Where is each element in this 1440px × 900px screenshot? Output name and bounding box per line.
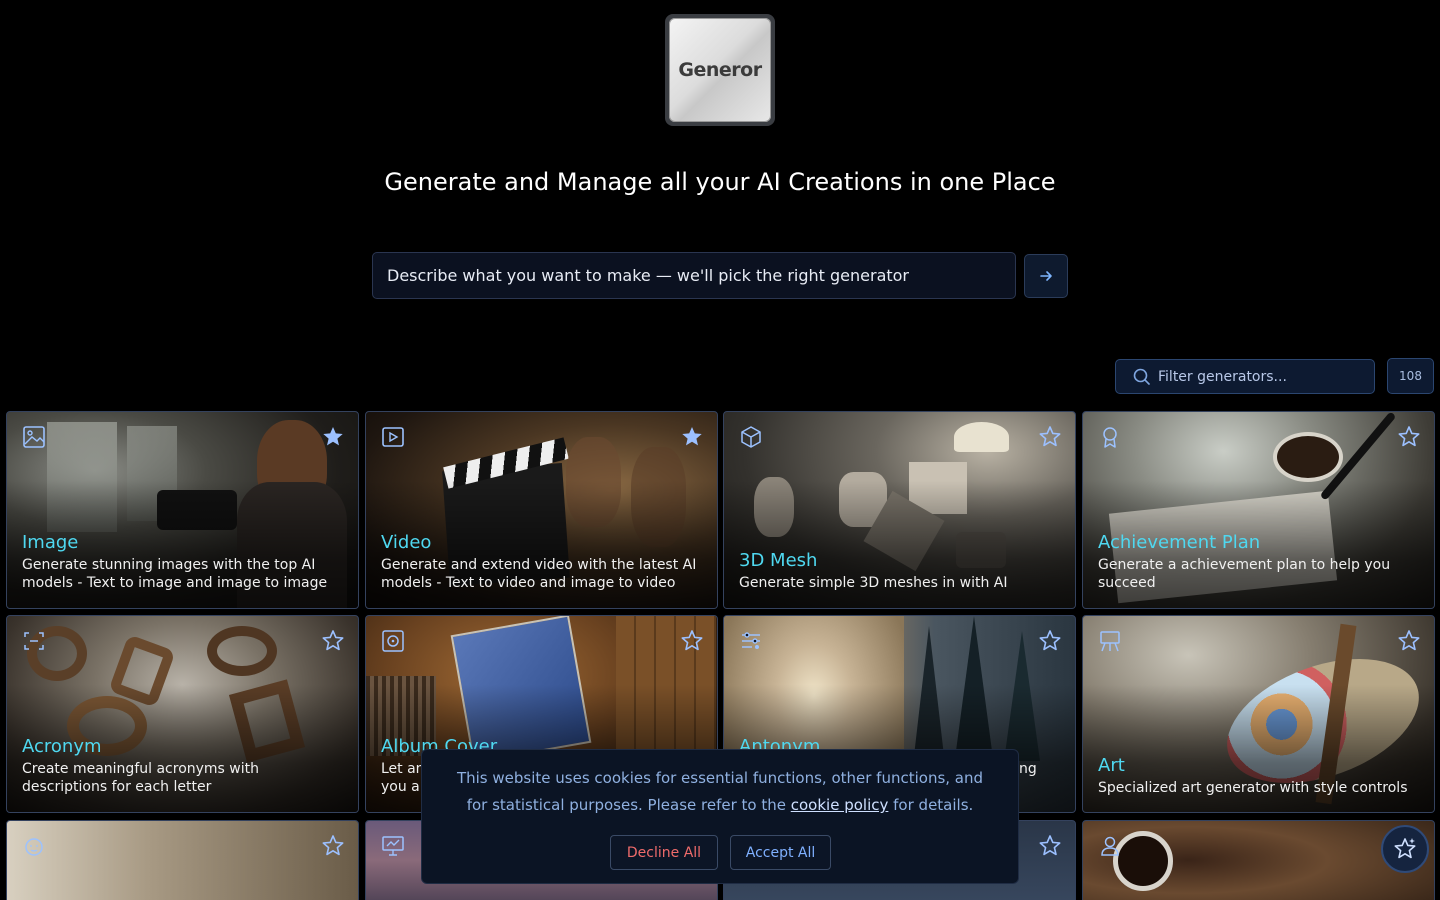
prompt-input[interactable]: Describe what you want to make — we'll p… — [372, 252, 1016, 299]
star-outline-icon[interactable] — [320, 833, 346, 859]
star-outline-icon[interactable] — [1037, 424, 1063, 450]
page-headline: Generate and Manage all your AI Creation… — [384, 168, 1056, 196]
generator-card-acronym[interactable]: Acronym Create meaningful acronyms with … — [6, 615, 359, 813]
decline-all-button[interactable]: Decline All — [610, 835, 718, 870]
cookie-policy-link[interactable]: cookie policy — [791, 796, 889, 814]
card-title: Acronym — [22, 736, 102, 757]
card-title: 3D Mesh — [739, 550, 818, 571]
card-description: Create meaningful acronyms with descript… — [22, 761, 259, 795]
easel-icon — [1100, 631, 1120, 652]
arrow-right-icon — [1040, 271, 1052, 281]
logo[interactable]: Generor — [665, 14, 775, 126]
star-outline-icon[interactable] — [1396, 424, 1422, 450]
image-icon — [23, 426, 45, 448]
star-filled-icon[interactable] — [679, 424, 705, 450]
prompt-text: Describe what you want to make — we'll p… — [387, 266, 910, 285]
card-title: Video — [381, 532, 432, 553]
disc-icon — [382, 630, 404, 652]
card-description: Generate simple 3D meshes in with AI — [739, 575, 1008, 591]
search-icon — [1133, 368, 1150, 385]
generator-card-image[interactable]: Image Generate stunning images with the … — [6, 411, 359, 609]
cookie-text-after: for details. — [893, 796, 974, 814]
star-filled-icon[interactable] — [320, 424, 346, 450]
card-title: Achievement Plan — [1098, 532, 1261, 553]
sliders-icon — [742, 632, 760, 649]
generator-card-achievement-plan[interactable]: Achievement Plan Generate a achievement … — [1082, 411, 1435, 609]
generator-card-art[interactable]: Art Specialized art generator with style… — [1082, 615, 1435, 813]
card-description: Generate stunning images with the top AI… — [22, 557, 328, 591]
star-outline-icon[interactable] — [1037, 628, 1063, 654]
presentation-icon — [382, 836, 404, 856]
star-outline-icon[interactable] — [1037, 833, 1063, 859]
filter-placeholder: Filter generators... — [1158, 368, 1287, 385]
accept-all-button[interactable]: Accept All — [730, 835, 831, 870]
star-outline-icon[interactable] — [320, 628, 346, 654]
play-icon — [382, 427, 404, 447]
card-title: Image — [22, 532, 79, 553]
award-icon — [1103, 427, 1117, 448]
card-description: ng — [1019, 761, 1037, 777]
ai-sparkle-star-icon — [1394, 838, 1416, 859]
generator-card-user[interactable] — [1082, 820, 1435, 900]
card-title: Art — [1098, 755, 1125, 776]
user-icon — [1101, 836, 1119, 856]
generator-card-baby[interactable] — [6, 820, 359, 900]
ai-assistant-button[interactable] — [1381, 825, 1429, 873]
card-description: Specialized art generator with style con… — [1098, 780, 1408, 796]
prompt-submit-button[interactable] — [1024, 254, 1068, 298]
baby-icon — [25, 838, 43, 856]
scan-icon — [24, 632, 44, 650]
generator-card-video[interactable]: Video Generate and extend video with the… — [365, 411, 718, 609]
logo-badge: Generor — [669, 18, 771, 122]
cube-icon — [741, 426, 761, 448]
card-description: Generate a achievement plan to help you … — [1098, 557, 1391, 591]
star-outline-icon[interactable] — [1396, 628, 1422, 654]
generator-card-3d-mesh[interactable]: 3D Mesh Generate simple 3D meshes in wit… — [723, 411, 1076, 609]
logo-text: Generor — [678, 59, 762, 81]
card-description: Generate and extend video with the lates… — [381, 557, 697, 591]
generator-count-badge: 108 — [1387, 358, 1434, 394]
star-outline-icon[interactable] — [679, 628, 705, 654]
filter-input[interactable]: Filter generators... — [1115, 359, 1375, 394]
cookie-banner: This website uses cookies for essential … — [421, 749, 1019, 884]
cookie-message: This website uses cookies for essential … — [452, 765, 988, 819]
